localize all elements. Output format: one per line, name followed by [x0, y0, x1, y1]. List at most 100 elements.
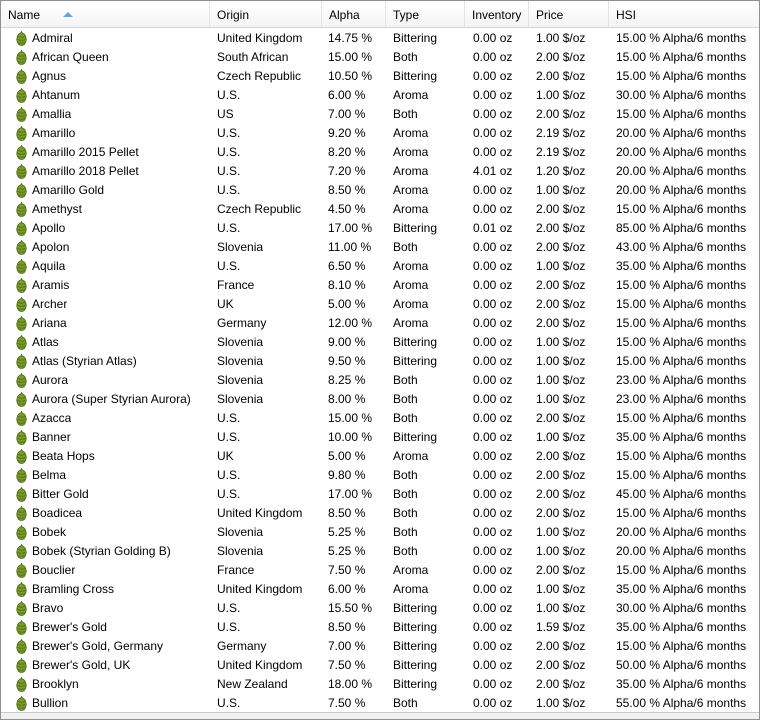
table-row[interactable]: Bravo U.S. 15.50 % Bittering 0.00 oz 1.00 $/o… — [1, 599, 759, 618]
hop-icon — [16, 639, 27, 654]
table-row[interactable]: Apolon Slovenia 11.00 % Both 0.00 oz 2.00 $/o… — [1, 238, 759, 257]
cell-inventory: 0.00 oz — [473, 487, 513, 501]
cell-inventory: 0.00 oz — [473, 107, 513, 121]
hop-icon — [16, 164, 27, 179]
table-row[interactable]: Amethyst Czech Republic 4.50 % Aroma 0.00 oz… — [1, 200, 759, 219]
cell-inventory: 0.00 oz — [473, 88, 513, 102]
cell-name: Amarillo — [1, 124, 210, 143]
table-row[interactable]: African Queen South African 15.00 % Both 0.0… — [1, 48, 759, 67]
hop-name: Atlas (Styrian Atlas) — [32, 354, 137, 368]
column-header-inventory[interactable]: Inventory — [465, 1, 529, 27]
cell-type: Aroma — [393, 297, 429, 311]
hop-name: Amarillo Gold — [32, 183, 105, 197]
table-body: Admiral United Kingdom 14.75 % Bittering 0.0… — [1, 29, 759, 713]
cell-hsi: 15.00 % Alpha/6 months — [616, 468, 747, 482]
table-row[interactable]: Amarillo 2018 Pellet U.S. 7.20 % Aroma 4.01 … — [1, 162, 759, 181]
cell-hsi: 45.00 % Alpha/6 months — [616, 487, 747, 501]
cell-origin: United Kingdom — [217, 31, 303, 45]
column-header-origin[interactable]: Origin — [210, 1, 322, 27]
table-row[interactable]: Bitter Gold U.S. 17.00 % Both 0.00 oz 2.00 $/… — [1, 485, 759, 504]
cell-origin: Czech Republic — [217, 202, 302, 216]
table-row[interactable]: Atlas Slovenia 9.00 % Bittering 0.00 oz 1.00 … — [1, 333, 759, 352]
column-header-alpha[interactable]: Alpha — [322, 1, 386, 27]
cell-alpha: 15.50 % — [328, 601, 373, 615]
table-row[interactable]: Brooklyn New Zealand 18.00 % Bittering 0.00 … — [1, 675, 759, 694]
hop-icon — [16, 202, 27, 217]
table-row[interactable]: Ahtanum U.S. 6.00 % Aroma 0.00 oz 1.00 $/oz 30… — [1, 86, 759, 105]
table-row[interactable]: Apollo U.S. 17.00 % Bittering 0.01 oz 2.00 $/… — [1, 219, 759, 238]
cell-name: Amarillo 2018 Pellet — [1, 162, 210, 181]
horizontal-scrollbar[interactable] — [1, 712, 759, 719]
table-row[interactable]: Amallia US 7.00 % Both 0.00 oz 2.00 $/oz 15.00… — [1, 105, 759, 124]
table-row[interactable]: Boadicea United Kingdom 8.50 % Both 0.00 oz 2… — [1, 504, 759, 523]
table-row[interactable]: Amarillo Gold U.S. 8.50 % Aroma 0.00 oz 1.00 … — [1, 181, 759, 200]
hop-name: Ariana — [32, 316, 67, 330]
table-row[interactable]: Banner U.S. 10.00 % Bittering 0.00 oz 1.00 $/… — [1, 428, 759, 447]
table-row[interactable]: Aramis France 8.10 % Aroma 0.00 oz 2.00 $/oz 1… — [1, 276, 759, 295]
cell-hsi: 20.00 % Alpha/6 months — [616, 164, 747, 178]
hop-icon — [16, 449, 27, 464]
table-row[interactable]: Bobek (Styrian Golding B) Slovenia 5.25 % B… — [1, 542, 759, 561]
cell-alpha: 8.50 % — [328, 620, 366, 634]
cell-hsi: 30.00 % Alpha/6 months — [616, 601, 747, 615]
cell-type: Aroma — [393, 88, 429, 102]
column-header-label: Price — [536, 8, 564, 22]
cell-inventory: 0.00 oz — [473, 639, 513, 653]
cell-origin: U.S. — [217, 601, 241, 615]
cell-type: Both — [393, 392, 418, 406]
table-row[interactable]: Bobek Slovenia 5.25 % Both 0.00 oz 1.00 $/oz 2… — [1, 523, 759, 542]
table-row[interactable]: Aurora (Super Styrian Aurora) Slovenia 8.0… — [1, 390, 759, 409]
table-row[interactable]: Brewer's Gold U.S. 8.50 % Bittering 0.00 oz 1… — [1, 618, 759, 637]
cell-name: Brooklyn — [1, 675, 210, 694]
table-row[interactable]: Brewer's Gold, Germany Germany 7.00 % Bitte… — [1, 637, 759, 656]
table-row[interactable]: Aquila U.S. 6.50 % Aroma 0.00 oz 1.00 $/oz 35.… — [1, 257, 759, 276]
hop-icon — [16, 88, 27, 103]
cell-type: Bittering — [393, 69, 438, 83]
cell-origin: U.S. — [217, 164, 241, 178]
table-row[interactable]: Amarillo U.S. 9.20 % Aroma 0.00 oz 2.19 $/oz 2… — [1, 124, 759, 143]
cell-alpha: 9.00 % — [328, 335, 366, 349]
column-header-type[interactable]: Type — [386, 1, 465, 27]
column-header-name[interactable]: Name — [1, 1, 210, 27]
column-header-hsi[interactable]: HSI — [609, 1, 759, 27]
table-row[interactable]: Bramling Cross United Kingdom 6.00 % Aroma 0… — [1, 580, 759, 599]
cell-origin: Slovenia — [217, 392, 264, 406]
cell-price: 2.00 $/oz — [536, 639, 586, 653]
column-header-price[interactable]: Price — [529, 1, 609, 27]
table-row[interactable]: Archer UK 5.00 % Aroma 0.00 oz 2.00 $/oz 15.00… — [1, 295, 759, 314]
hop-name: Amarillo — [32, 126, 76, 140]
cell-price: 2.00 $/oz — [536, 240, 586, 254]
cell-origin: United Kingdom — [217, 582, 303, 596]
table-row[interactable]: Admiral United Kingdom 14.75 % Bittering 0.0… — [1, 29, 759, 48]
cell-name: Agnus — [1, 67, 210, 86]
cell-alpha: 9.80 % — [328, 468, 366, 482]
table-row[interactable]: Aurora Slovenia 8.25 % Both 0.00 oz 1.00 $/oz… — [1, 371, 759, 390]
cell-origin: U.S. — [217, 411, 241, 425]
cell-hsi: 15.00 % Alpha/6 months — [616, 335, 747, 349]
cell-inventory: 0.00 oz — [473, 31, 513, 45]
cell-type: Aroma — [393, 164, 429, 178]
hop-name: African Queen — [32, 50, 109, 64]
table-row[interactable]: Bouclier France 7.50 % Aroma 0.00 oz 2.00 $/o… — [1, 561, 759, 580]
table-row[interactable]: Amarillo 2015 Pellet U.S. 8.20 % Aroma 0.00 … — [1, 143, 759, 162]
table-row[interactable]: Brewer's Gold, UK United Kingdom 7.50 % Bit… — [1, 656, 759, 675]
hop-name: Amarillo 2015 Pellet — [32, 145, 139, 159]
cell-alpha: 10.50 % — [328, 69, 373, 83]
cell-origin: U.S. — [217, 259, 241, 273]
cell-origin: U.S. — [217, 126, 241, 140]
cell-alpha: 17.00 % — [328, 221, 373, 235]
table-row[interactable]: Belma U.S. 9.80 % Both 0.00 oz 2.00 $/oz 15.00… — [1, 466, 759, 485]
hop-icon — [16, 373, 27, 388]
table-row[interactable]: Azacca U.S. 15.00 % Both 0.00 oz 2.00 $/oz 15.… — [1, 409, 759, 428]
table-row[interactable]: Ariana Germany 12.00 % Aroma 0.00 oz 2.00 $/o… — [1, 314, 759, 333]
hop-icon — [16, 658, 27, 673]
hop-name: Aurora (Super Styrian Aurora) — [32, 392, 191, 406]
cell-price: 2.00 $/oz — [536, 221, 586, 235]
table-row[interactable]: Beata Hops UK 5.00 % Aroma 0.00 oz 2.00 $/oz 1… — [1, 447, 759, 466]
table-row[interactable]: Bullion U.S. 7.50 % Both 0.00 oz 1.00 $/oz 55.… — [1, 694, 759, 713]
cell-inventory: 0.01 oz — [473, 221, 513, 235]
cell-origin: Slovenia — [217, 240, 264, 254]
cell-name: Aquila — [1, 257, 210, 276]
table-row[interactable]: Atlas (Styrian Atlas) Slovenia 9.50 % Bitte… — [1, 352, 759, 371]
table-row[interactable]: Agnus Czech Republic 10.50 % Bittering 0.00 … — [1, 67, 759, 86]
